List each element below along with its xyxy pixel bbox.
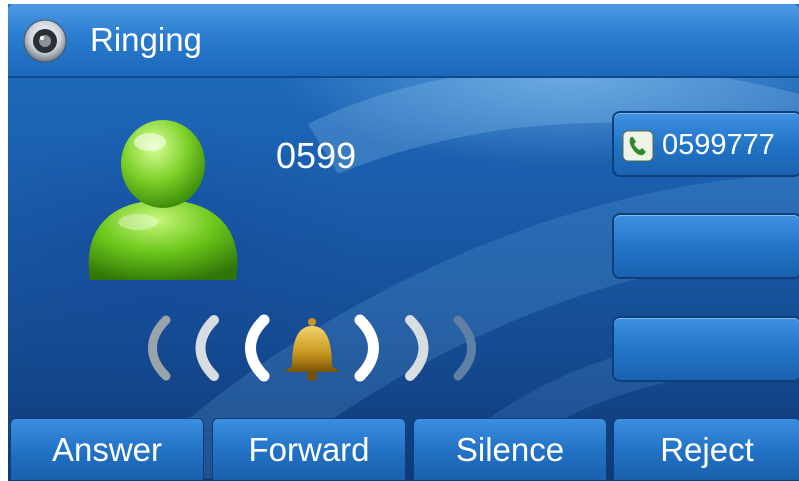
- forward-button[interactable]: Forward: [212, 418, 406, 481]
- title-bar: Ringing: [8, 4, 799, 78]
- ringing-bell-indicator: [148, 314, 476, 382]
- caller-number: 0599: [276, 135, 357, 176]
- speaker-icon: [23, 19, 67, 63]
- contact-avatar-icon: [88, 120, 238, 280]
- reject-button[interactable]: Reject: [613, 418, 799, 481]
- line-key-2[interactable]: [612, 213, 799, 279]
- silence-button[interactable]: Silence: [413, 418, 607, 481]
- softkey-bar: Answer Forward Silence Reject: [8, 418, 799, 481]
- line-key-1-label: 0599777: [662, 129, 775, 161]
- line-key-3[interactable]: [612, 316, 799, 382]
- page-title: Ringing: [90, 21, 202, 58]
- bell-icon: [284, 318, 340, 381]
- phone-screen: Ringing 0599 0599777 Answer Forward Sile…: [8, 4, 799, 481]
- phone-icon: [622, 130, 654, 162]
- line-key-1[interactable]: 0599777: [612, 111, 799, 177]
- answer-button[interactable]: Answer: [10, 418, 204, 481]
